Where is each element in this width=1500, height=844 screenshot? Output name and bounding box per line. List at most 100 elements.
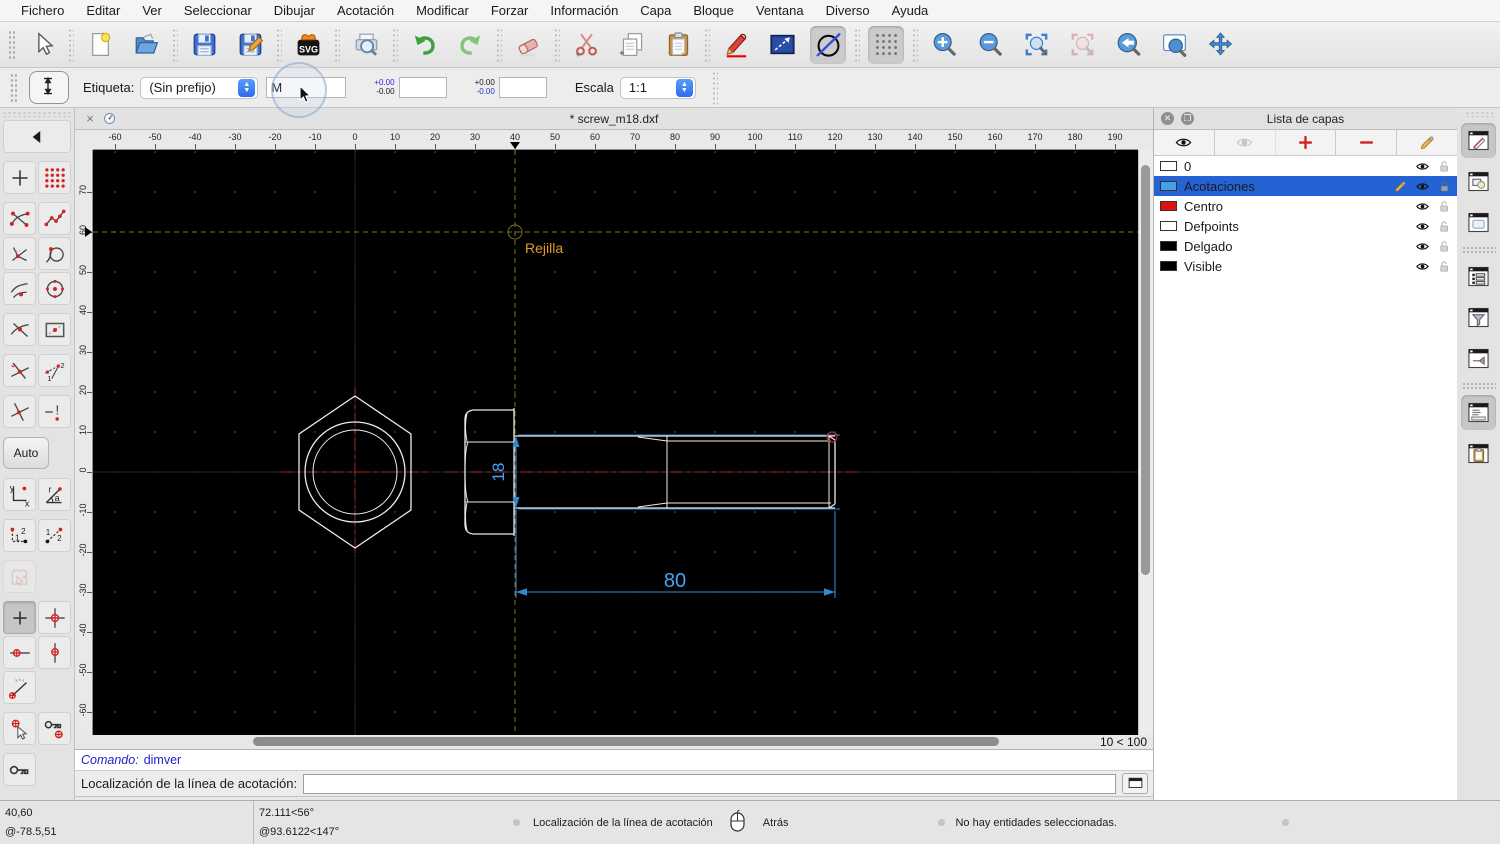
dock-properties-toggle-button[interactable] [1461, 341, 1496, 376]
toolbar-drag-handle[interactable] [10, 73, 17, 103]
horizontal-scrollbar[interactable] [93, 735, 1018, 749]
layer-lock-icon[interactable] [1437, 159, 1452, 174]
layer-row[interactable]: 0 [1154, 156, 1457, 176]
layer-visibility-eye-icon[interactable] [1415, 179, 1430, 194]
dock-command-line-toggle-button[interactable] [1461, 395, 1496, 430]
layer-visibility-eye-icon[interactable] [1415, 259, 1430, 274]
undo-button[interactable] [406, 26, 442, 64]
snap-middle-button[interactable] [3, 313, 36, 346]
layer-visibility-eye-icon[interactable] [1415, 199, 1430, 214]
restrict-lines-button[interactable] [3, 395, 36, 428]
cursor-arrow-button[interactable] [24, 26, 60, 64]
layer-lock-icon[interactable] [1437, 239, 1452, 254]
snap-intersection-manual-button[interactable]: 12 [38, 354, 71, 387]
menu-item-acotación[interactable]: Acotación [326, 3, 405, 18]
open-file-button[interactable] [128, 26, 164, 64]
select-entity-button[interactable] [3, 560, 36, 593]
layer-row[interactable]: Defpoints [1154, 216, 1457, 236]
dock-entity-list-toggle-button[interactable] [1461, 259, 1496, 294]
restrict-orthogonal-button[interactable] [38, 601, 71, 634]
snap-intersection-button[interactable] [3, 354, 36, 387]
print-preview-button[interactable] [348, 26, 384, 64]
cut-button[interactable] [568, 26, 604, 64]
vertical-scrollbar[interactable] [1138, 150, 1153, 735]
layer-visibility-eye-icon[interactable] [1415, 219, 1430, 234]
layer-visibility-eye-icon[interactable] [1415, 239, 1430, 254]
toolbar-drag-handle[interactable] [8, 30, 15, 60]
edit-layer-button[interactable] [1397, 130, 1457, 155]
redo-button[interactable] [452, 26, 488, 64]
vertical-scrollbar-thumb[interactable] [1141, 165, 1150, 575]
dock-blocks-toggle-button[interactable] [1461, 164, 1496, 199]
dimension-vertical-tool-button[interactable] [29, 71, 69, 104]
hide-all-eye-button[interactable] [1215, 130, 1276, 155]
snap-auto-button[interactable]: Auto [3, 437, 49, 469]
remove-layer-button[interactable] [1336, 130, 1397, 155]
layer-row[interactable]: Centro [1154, 196, 1457, 216]
grid-toggle-button[interactable] [868, 26, 904, 64]
rel-polar-button[interactable]: 12 [38, 519, 71, 552]
coord-cartesian-button[interactable]: yx [3, 478, 36, 511]
drawing-canvas[interactable]: Rejilla [93, 150, 1138, 735]
snap-endpoint-button[interactable] [3, 202, 36, 235]
menu-item-ayuda[interactable]: Ayuda [881, 3, 940, 18]
add-layer-button[interactable] [1276, 130, 1337, 155]
paste-button[interactable] [660, 26, 696, 64]
menu-item-dibujar[interactable]: Dibujar [263, 3, 326, 18]
rel-cartesian-button[interactable]: 12 [3, 519, 36, 552]
menu-item-editar[interactable]: Editar [75, 3, 131, 18]
dock-clipboard-toggle-button[interactable] [1461, 436, 1496, 471]
snap-on-entity-button[interactable] [38, 202, 71, 235]
prefix-select[interactable]: (Sin prefijo) ▲▼ [140, 77, 258, 99]
menu-item-seleccionar[interactable]: Seleccionar [173, 3, 263, 18]
snap-free-button[interactable] [3, 161, 36, 194]
restrict-vertical-button[interactable] [38, 636, 71, 669]
toolbar-drag-handle[interactable] [2, 111, 72, 117]
zoom-out-button[interactable] [972, 26, 1008, 64]
snap-grid-button[interactable] [38, 161, 71, 194]
save-as-file-button[interactable] [232, 26, 268, 64]
menu-item-información[interactable]: Información [539, 3, 629, 18]
restrict-free-button[interactable] [3, 601, 36, 634]
command-input[interactable] [303, 774, 1116, 794]
scale-select[interactable]: 1:1 ▲▼ [620, 77, 696, 99]
layer-lock-icon[interactable] [1437, 199, 1452, 214]
zoom-auto-button[interactable] [1018, 26, 1054, 64]
tolerance-lower-input[interactable] [499, 77, 547, 98]
snap-nearest-button[interactable] [3, 272, 36, 305]
new-file-button[interactable] [82, 26, 118, 64]
layer-lock-icon[interactable] [1437, 259, 1452, 274]
draft-mode-button[interactable] [810, 26, 846, 64]
selection-window-button[interactable] [764, 26, 800, 64]
snap-tangent-button[interactable] [38, 237, 71, 270]
zoom-select-button[interactable] [1064, 26, 1100, 64]
set-relative-zero-button[interactable] [38, 712, 71, 745]
lock-relative-zero-button[interactable] [3, 712, 36, 745]
dimension-label-input[interactable] [266, 77, 346, 98]
menu-item-fichero[interactable]: Fichero [10, 3, 75, 18]
zoom-pan-button[interactable] [1202, 26, 1238, 64]
layer-row[interactable]: Acotaciones [1154, 176, 1457, 196]
layer-row[interactable]: Delgado [1154, 236, 1457, 256]
tolerance-upper-input[interactable] [399, 77, 447, 98]
angle-snap-button[interactable] [3, 671, 36, 704]
menu-item-bloque[interactable]: Bloque [682, 3, 744, 18]
menu-item-forzar[interactable]: Forzar [480, 3, 540, 18]
back-arrow-button[interactable] [3, 120, 71, 153]
menu-item-capa[interactable]: Capa [629, 3, 682, 18]
toggle-relative-zero-lock-button[interactable] [3, 753, 36, 786]
menu-item-modificar[interactable]: Modificar [405, 3, 480, 18]
copy-button[interactable] [614, 26, 650, 64]
dock-library-toggle-button[interactable] [1461, 205, 1496, 240]
pen-attributes-button[interactable] [718, 26, 754, 64]
dock-layers-toggle-button[interactable] [1461, 123, 1496, 158]
toolbar-drag-handle[interactable] [1465, 111, 1493, 117]
show-all-eye-button[interactable] [1154, 130, 1215, 155]
coord-polar-button[interactable]: ra [38, 478, 71, 511]
layer-row[interactable]: Visible [1154, 256, 1457, 276]
zoom-window-button[interactable] [1156, 26, 1192, 64]
command-window-toggle-button[interactable] [1122, 773, 1148, 794]
snap-warning-button[interactable]: ! [38, 395, 71, 428]
menu-item-diverso[interactable]: Diverso [815, 3, 881, 18]
dock-filter-toggle-button[interactable] [1461, 300, 1496, 335]
